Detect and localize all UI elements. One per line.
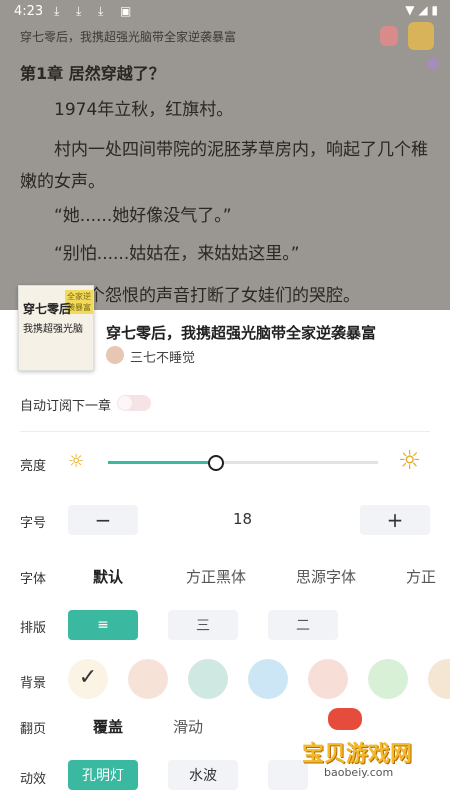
layout-option-medium[interactable]: 三 xyxy=(168,610,238,640)
reader-book-title: 穿七零后，我携超强光脑带全家逆袭暴富 xyxy=(20,30,237,44)
status-bar: 4:23 ⤓ ⤓ ⤓ ▣ ▼ ◢ ▮ xyxy=(0,0,450,24)
author-avatar xyxy=(106,346,124,364)
download-icon: ⤓ xyxy=(54,4,60,18)
background-swatch[interactable]: ✓ xyxy=(68,659,108,699)
brightness-thumb[interactable] xyxy=(208,455,224,471)
download-icon: ⤓ xyxy=(98,4,104,18)
paragraph: “别怕......姑姑在，来姑姑这里。” xyxy=(20,244,300,264)
check-icon: ✓ xyxy=(78,665,98,690)
font-option-fangzheng-hei[interactable]: 方正黑体 xyxy=(186,566,246,587)
paragraph: 村内一处四间带院的泥胚茅草房内，响起了几个稚嫩的女声。 xyxy=(20,140,428,192)
cover-title: 穿七零后 xyxy=(23,302,72,316)
download-icon: ⤓ xyxy=(76,4,82,18)
signal-battery-icon: ▼ ◢ ▮ xyxy=(405,3,438,17)
effect-lantern[interactable]: 孔明灯 xyxy=(68,760,138,790)
font-size-value: 18 xyxy=(232,510,253,528)
auto-subscribe-toggle[interactable] xyxy=(117,395,151,411)
page-turn-slide[interactable]: 滑动 xyxy=(173,716,203,737)
divider xyxy=(20,431,430,432)
toggle-knob xyxy=(118,396,132,410)
background-label: 背景 xyxy=(20,676,47,691)
brightness-label: 亮度 xyxy=(20,459,47,474)
status-time: 4:23 xyxy=(14,4,44,19)
book-name[interactable]: 穿七零后，我携超强光脑带全家逆袭暴富 xyxy=(106,322,376,343)
author-name[interactable]: 三七不睡觉 xyxy=(130,347,195,366)
background-swatch[interactable] xyxy=(188,659,228,699)
sun-large-icon[interactable]: ☼ xyxy=(398,446,421,476)
background-swatch[interactable] xyxy=(368,659,408,699)
font-size-label: 字号 xyxy=(20,516,47,531)
watermark-url: baobeiy.com xyxy=(324,766,394,779)
watermark-title: 宝贝游戏网 xyxy=(302,742,413,767)
gamepad-icon xyxy=(328,708,362,730)
font-option-siyuan[interactable]: 思源字体 xyxy=(296,566,356,587)
font-option-fangzheng[interactable]: 方正 xyxy=(406,566,450,587)
background-swatch[interactable] xyxy=(248,659,288,699)
effect-water[interactable]: 水波 xyxy=(168,760,238,790)
chapter-title: 第1章 居然穿越了？ xyxy=(20,64,165,83)
font-size-increase-button[interactable]: + xyxy=(360,505,430,535)
book-cover[interactable]: 全家逆袭暴富 穿七零后 我携超强光脑 xyxy=(18,285,94,371)
page-turn-cover[interactable]: 覆盖 xyxy=(93,716,123,737)
font-size-decrease-button[interactable]: − xyxy=(68,505,138,535)
brightness-fill xyxy=(108,461,216,464)
lantern-icon xyxy=(408,22,434,50)
lantern-icon xyxy=(428,58,438,70)
background-swatch[interactable] xyxy=(308,659,348,699)
background-swatch[interactable] xyxy=(128,659,168,699)
effect-label: 动效 xyxy=(20,772,47,787)
sun-small-icon[interactable]: ☼ xyxy=(68,451,84,472)
font-option-default[interactable]: 默认 xyxy=(93,566,123,587)
cover-subtitle: 我携超强光脑 xyxy=(23,324,83,335)
font-label: 字体 xyxy=(20,572,47,587)
layout-label: 排版 xyxy=(20,621,47,636)
app-icon: ▣ xyxy=(120,4,132,18)
paragraph: 1974年立秋，红旗村。 xyxy=(20,100,234,120)
lantern-icon xyxy=(380,26,398,46)
watermark-logo: 宝贝游戏网 baobeiy.com xyxy=(302,706,422,786)
auto-subscribe-label: 自动订阅下一章 xyxy=(20,399,112,414)
reader-background: 4:23 ⤓ ⤓ ⤓ ▣ ▼ ◢ ▮ 穿七零后，我携超强光脑带全家逆袭暴富 第1… xyxy=(0,0,450,310)
layout-option-loose[interactable]: 二 xyxy=(268,610,338,640)
brightness-slider[interactable] xyxy=(108,455,378,471)
layout-option-dense[interactable]: ≡ xyxy=(68,610,138,640)
paragraph: “她......她好像没气了。” xyxy=(20,206,232,226)
page-turn-label: 翻页 xyxy=(20,722,47,737)
